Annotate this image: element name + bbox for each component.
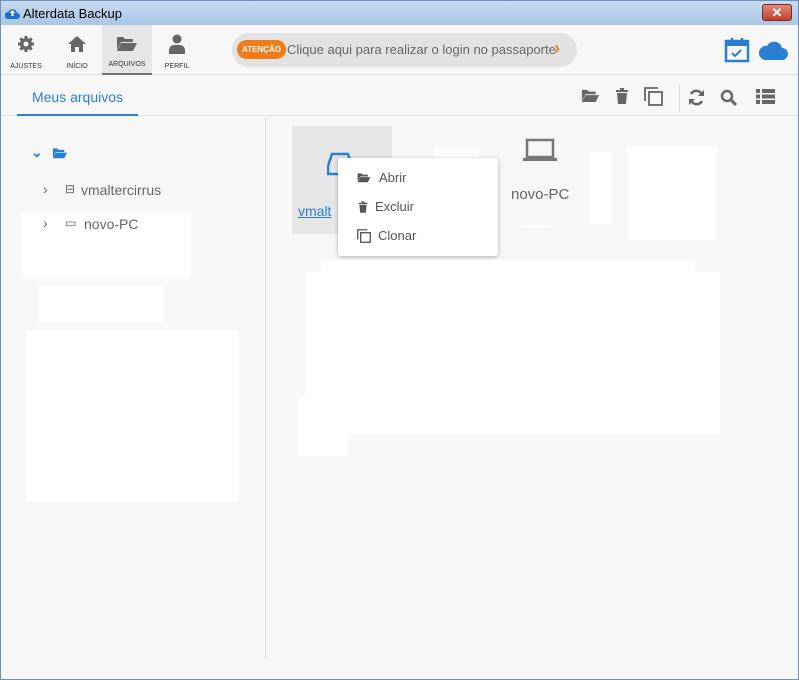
nav-arquivos[interactable]: ARQUIVOS [102,25,152,75]
context-menu: Abrir Excluir Clonar [338,158,498,256]
redacted-area [26,330,239,502]
attention-badge: ATENÇÃO [237,40,286,59]
nav-label: PERFIL [164,63,190,70]
tab-bar: Meus arquivos [1,76,798,116]
close-button[interactable]: ✕ [762,4,792,21]
redacted-area [589,152,612,224]
laptop-icon: ▭ [65,216,77,230]
open-folder-icon[interactable] [581,88,600,103]
trash-icon[interactable] [615,88,629,104]
calendar-check-icon[interactable] [724,37,750,63]
file-label: novo-PC [511,186,570,203]
laptop-icon [523,138,557,161]
top-toolbar: AJUSTES INÍCIO ARQUIVOS PERFIL ATENÇÃO C… [1,25,798,75]
window-title: Alterdata Backup [23,6,123,21]
nav-ajustes[interactable]: AJUSTES [1,25,51,75]
title-bar: Alterdata Backup ✕ [1,1,798,25]
file-item[interactable]: novo-PC [501,131,581,211]
redacted-area [298,396,349,456]
nav-label: ARQUIVOS [108,61,146,68]
tab-meus-arquivos[interactable]: Meus arquivos [17,76,138,116]
search-icon[interactable] [720,89,737,106]
banner-message: Clique aqui para realizar o login no pas… [287,42,556,57]
folder-open-icon [357,173,371,183]
chevron-down-icon[interactable]: ⌄ [31,144,43,161]
list-view-icon[interactable] [756,89,775,104]
redacted-area [627,146,717,240]
cloud-icon[interactable] [758,39,788,61]
redacted-area [522,225,550,228]
toolbar-divider [679,84,680,112]
nav-label: INÍCIO [66,63,88,70]
folder-tree-panel: ⌄ › ⊟ vmaltercirrus › ▭ novo-PC [1,117,266,659]
nav-label: AJUSTES [10,63,42,70]
gear-icon [18,36,34,52]
folder-open-icon [117,37,137,51]
refresh-icon[interactable] [688,89,705,106]
app-window: Alterdata Backup ✕ AJUSTES INÍCIO ARQUIV… [0,0,799,680]
menu-item-label: Excluir [375,199,415,214]
menu-item-label: Abrir [379,170,407,185]
user-icon [169,34,185,54]
login-banner[interactable]: ATENÇÃO Clique aqui para realizar o logi… [232,33,577,67]
drive-icon: ⊟ [65,182,76,196]
chevron-right-icon: › [43,215,48,231]
folder-open-icon[interactable] [52,147,68,159]
clone-icon [357,229,371,243]
nav-inicio[interactable]: INÍCIO [52,25,102,75]
redacted-area [306,272,720,435]
trash-icon [358,201,368,213]
chevron-right-icon: › [43,181,48,197]
file-label: vmalt [298,203,332,219]
menu-item-label: Clonar [378,228,417,243]
tree-item-label: vmaltercirrus [81,182,162,198]
clone-icon[interactable] [644,87,663,106]
chevron-right-icon: › [554,38,560,58]
tree-item-label: novo-PC [84,216,139,232]
redacted-area [38,285,164,323]
home-icon [68,36,86,52]
app-logo-icon [5,9,20,19]
nav-perfil[interactable]: PERFIL [152,25,202,75]
